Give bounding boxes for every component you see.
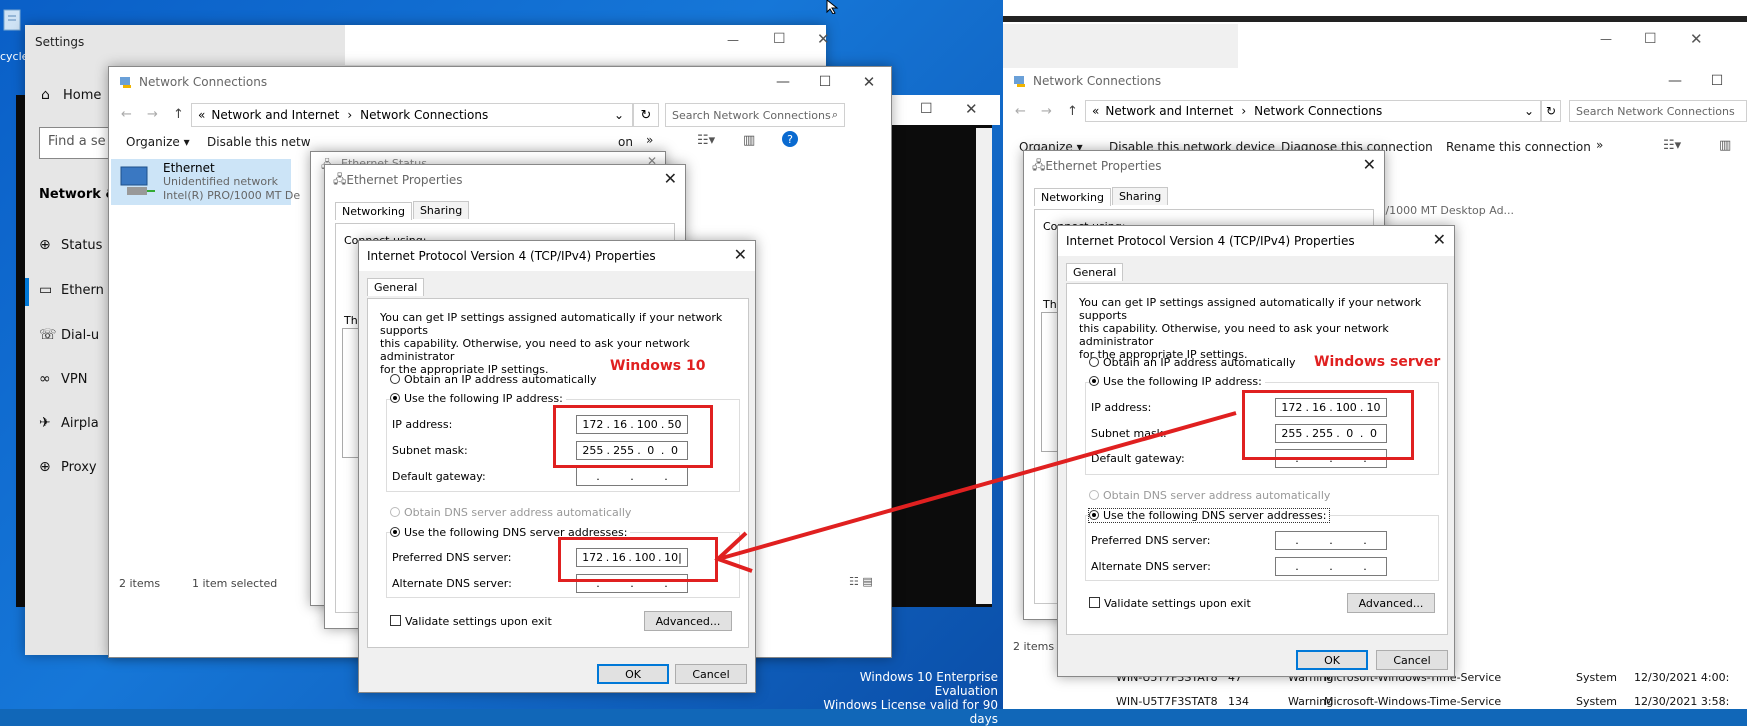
mouse-cursor-icon <box>826 0 840 17</box>
annotation-arrow <box>714 411 1237 573</box>
watermark-line-2: Windows License valid for 90 days <box>823 698 998 726</box>
arrow-line <box>721 411 1237 560</box>
watermark-line-1: Windows 10 Enterprise Evaluation <box>859 670 998 698</box>
windows-watermark: Windows 10 Enterprise Evaluation Windows… <box>820 670 998 726</box>
